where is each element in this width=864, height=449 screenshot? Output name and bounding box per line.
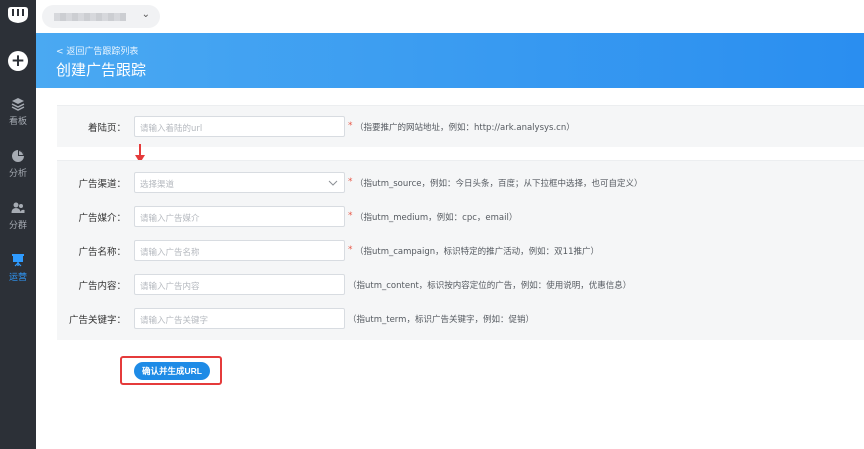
- app-root: + 看板 分析 分群 运营 ⌄ < 返回广告跟踪列表 创建广告跟踪 着陆页： 请…: [0, 0, 864, 449]
- pie-chart-icon: [12, 150, 24, 162]
- content-hint: （指utm_content，标识按内容定位的广告，例如：使用说明，优惠信息）: [348, 281, 632, 291]
- keyword-hint: （指utm_term，标识广告关键字，例如：促销）: [348, 315, 534, 325]
- top-bar: ⌄: [36, 0, 864, 33]
- sidebar-item-label: 运营: [8, 273, 27, 283]
- keyword-row: 广告关键字： 请输入广告关键字 （指utm_term，标识广告关键字，例如：促销…: [57, 308, 864, 330]
- chevron-down-icon: ⌄: [141, 9, 150, 20]
- project-selector[interactable]: ⌄: [42, 5, 160, 28]
- utm-section: 广告渠道： 选择渠道 * （指utm_source，例如：今日头条，百度；从下拉…: [57, 160, 864, 340]
- plus-icon: +: [10, 51, 26, 71]
- medium-label: 广告媒介：: [78, 213, 126, 224]
- sidebar-item-dashboard[interactable]: 看板: [0, 97, 36, 127]
- channel-row: 广告渠道： 选择渠道 * （指utm_source，例如：今日头条，百度；从下拉…: [57, 172, 864, 194]
- landing-page-row: 着陆页： 请输入着陆的url * （指要推广的网站地址，例如：http://ar…: [57, 116, 864, 138]
- keyword-label: 广告关键字：: [68, 315, 126, 326]
- project-name-redacted: [54, 13, 126, 21]
- medium-input[interactable]: 请输入广告媒介: [134, 206, 345, 227]
- channel-label: 广告渠道：: [78, 179, 126, 190]
- campaign-label: 广告名称：: [78, 247, 126, 258]
- channel-select[interactable]: 选择渠道: [134, 172, 345, 193]
- content-row: 广告内容： 请输入广告内容 （指utm_content，标识按内容定位的广告，例…: [57, 274, 864, 296]
- required-marker: *: [348, 177, 353, 187]
- users-icon: [11, 202, 25, 213]
- sidebar-item-segments[interactable]: 分群: [0, 201, 36, 231]
- landing-page-input[interactable]: 请输入着陆的url: [134, 116, 345, 137]
- back-link[interactable]: < 返回广告跟踪列表: [56, 44, 138, 57]
- page-header: < 返回广告跟踪列表 创建广告跟踪: [36, 33, 864, 88]
- sidebar-item-operations[interactable]: 运营: [0, 253, 36, 283]
- sidebar-item-label: 分析: [8, 169, 27, 179]
- content-input[interactable]: 请输入广告内容: [134, 274, 345, 295]
- medium-row: 广告媒介： 请输入广告媒介 * （指utm_medium，例如：cpc，emai…: [57, 206, 864, 228]
- add-button[interactable]: +: [8, 51, 28, 71]
- campaign-hint: （指utm_campaign，标识特定的推广活动，例如：双11推广）: [355, 247, 599, 257]
- required-marker: *: [348, 211, 353, 221]
- medium-hint: （指utm_medium，例如：cpc，email）: [355, 213, 518, 223]
- layers-icon: [11, 98, 25, 111]
- logo-icon[interactable]: [6, 6, 30, 24]
- landing-page-label: 着陆页：: [87, 123, 126, 134]
- sidebar-item-analysis[interactable]: 分析: [0, 149, 36, 179]
- page-title: 创建广告跟踪: [56, 61, 147, 79]
- channel-placeholder: 选择渠道: [140, 180, 175, 190]
- required-marker: *: [348, 245, 353, 255]
- sidebar: + 看板 分析 分群 运营: [0, 0, 36, 449]
- landing-page-section: 着陆页： 请输入着陆的url * （指要推广的网站地址，例如：http://ar…: [57, 105, 864, 147]
- sidebar-item-label: 分群: [8, 221, 27, 231]
- content-label: 广告内容：: [78, 281, 126, 292]
- required-marker: *: [348, 121, 353, 131]
- landing-page-hint: （指要推广的网站地址，例如：http://ark.analysys.cn）: [355, 123, 575, 133]
- sidebar-item-label: 看板: [8, 117, 27, 127]
- submit-highlight-box: 确认并生成URL: [120, 356, 222, 385]
- channel-hint: （指utm_source，例如：今日头条，百度；从下拉框中选择，也可自定义）: [355, 179, 643, 189]
- presentation-board-icon: [12, 254, 24, 267]
- chevron-down-icon: [328, 180, 338, 186]
- keyword-input[interactable]: 请输入广告关键字: [134, 308, 345, 329]
- campaign-input[interactable]: 请输入广告名称: [134, 240, 345, 261]
- generate-url-button[interactable]: 确认并生成URL: [134, 362, 210, 380]
- campaign-row: 广告名称： 请输入广告名称 * （指utm_campaign，标识特定的推广活动…: [57, 240, 864, 262]
